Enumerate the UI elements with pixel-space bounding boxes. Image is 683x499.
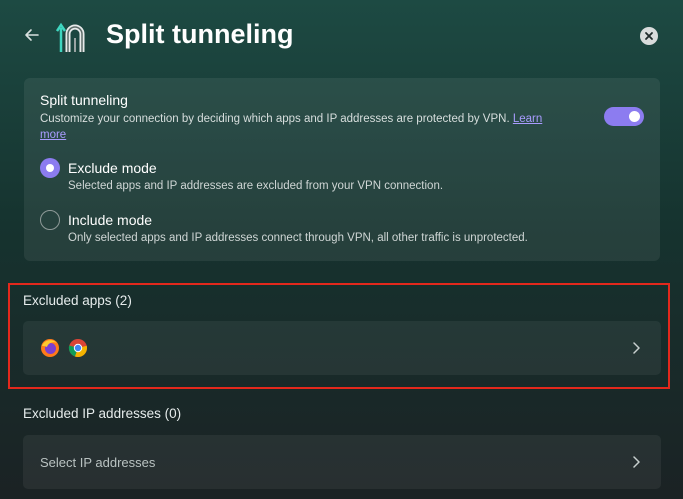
page-title: Split tunneling xyxy=(106,19,294,49)
split-tunneling-toggle[interactable] xyxy=(604,107,644,126)
include-mode-description: Only selected apps and IP addresses conn… xyxy=(68,232,528,244)
toggle-knob xyxy=(629,111,640,122)
include-mode-radio[interactable] xyxy=(40,210,60,230)
exclude-mode-description: Selected apps and IP addresses are exclu… xyxy=(68,180,444,192)
card-description: Customize your connection by deciding wh… xyxy=(40,111,570,143)
split-tunneling-icon xyxy=(55,18,94,54)
exclude-mode-radio[interactable] xyxy=(40,158,60,178)
back-arrow-icon[interactable] xyxy=(22,25,42,45)
exclude-mode-label[interactable]: Exclude mode xyxy=(68,160,157,176)
close-icon[interactable] xyxy=(640,27,658,45)
include-mode-label[interactable]: Include mode xyxy=(68,212,152,228)
select-ip-placeholder: Select IP addresses xyxy=(40,455,156,470)
excluded-ip-label: Excluded IP addresses (0) xyxy=(23,406,182,421)
card-description-text: Customize your connection by deciding wh… xyxy=(40,113,510,125)
card-title: Split tunneling xyxy=(40,92,128,108)
highlight-box xyxy=(8,283,670,389)
excluded-ip-row[interactable]: Select IP addresses xyxy=(23,435,661,489)
chevron-right-icon xyxy=(633,456,640,468)
split-tunneling-card: Split tunneling Customize your connectio… xyxy=(24,78,660,261)
